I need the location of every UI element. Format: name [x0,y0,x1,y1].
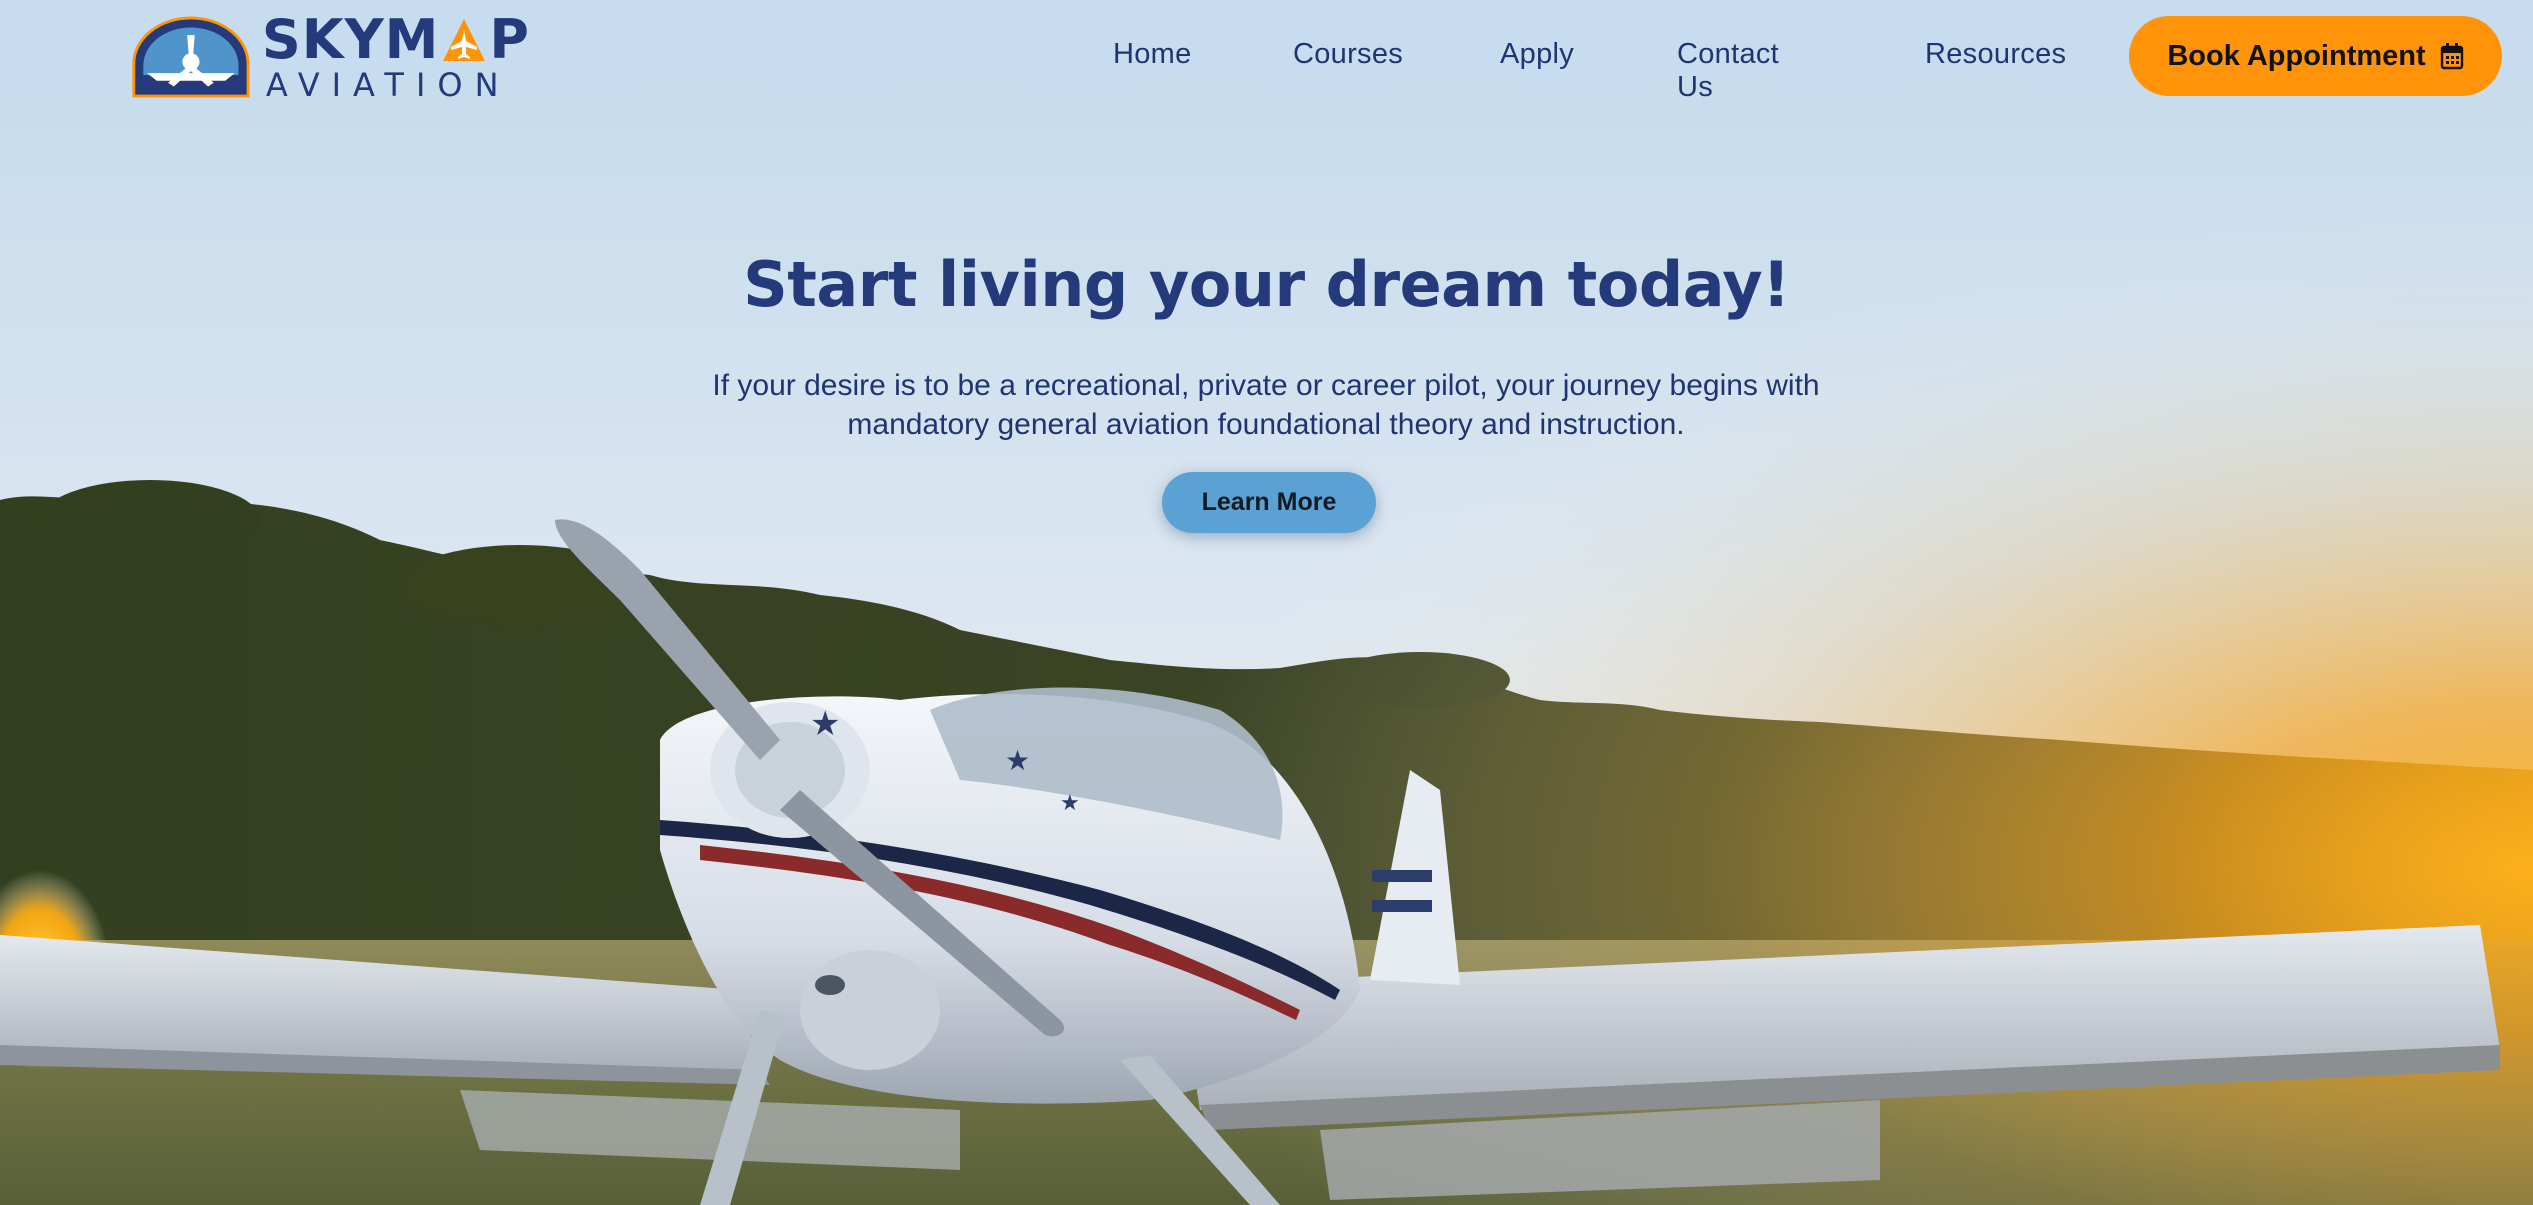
nav-item-contact-us[interactable]: Contact Us [1677,38,1779,104]
brand-name-bottom: AVIATION [265,66,511,104]
site-header: SKYM P AVIATION Home Courses Apply Contac… [0,0,2533,112]
hero-subtitle: If your desire is to be a recreational, … [712,369,1820,441]
brand-logo[interactable]: SKYM P AVIATION [130,12,530,102]
brand-name-top: SKYM P [261,8,530,71]
nav-item-home[interactable]: Home [1113,38,1192,71]
propeller-emblem-icon [132,16,250,98]
svg-text:★: ★ [810,705,840,743]
nav-item-apply[interactable]: Apply [1500,38,1574,71]
hero-title: Start living your dream today! [743,248,1790,321]
book-appointment-button[interactable]: Book Appointment [2129,16,2502,96]
svg-text:★: ★ [1060,790,1080,815]
page: ★ ★ ★ SKYM P AVIATION Home Courses Apply… [0,0,2533,1205]
svg-text:★: ★ [1005,745,1030,776]
learn-more-button[interactable]: Learn More [1162,472,1376,533]
book-appointment-label: Book Appointment [2167,39,2426,72]
nav-item-resources[interactable]: Resources [1925,38,2066,71]
hero-background-image: ★ ★ ★ [0,0,2533,1205]
nav-item-courses[interactable]: Courses [1293,38,1403,71]
calendar-icon [2440,43,2463,70]
airplane-a-icon [443,19,486,61]
